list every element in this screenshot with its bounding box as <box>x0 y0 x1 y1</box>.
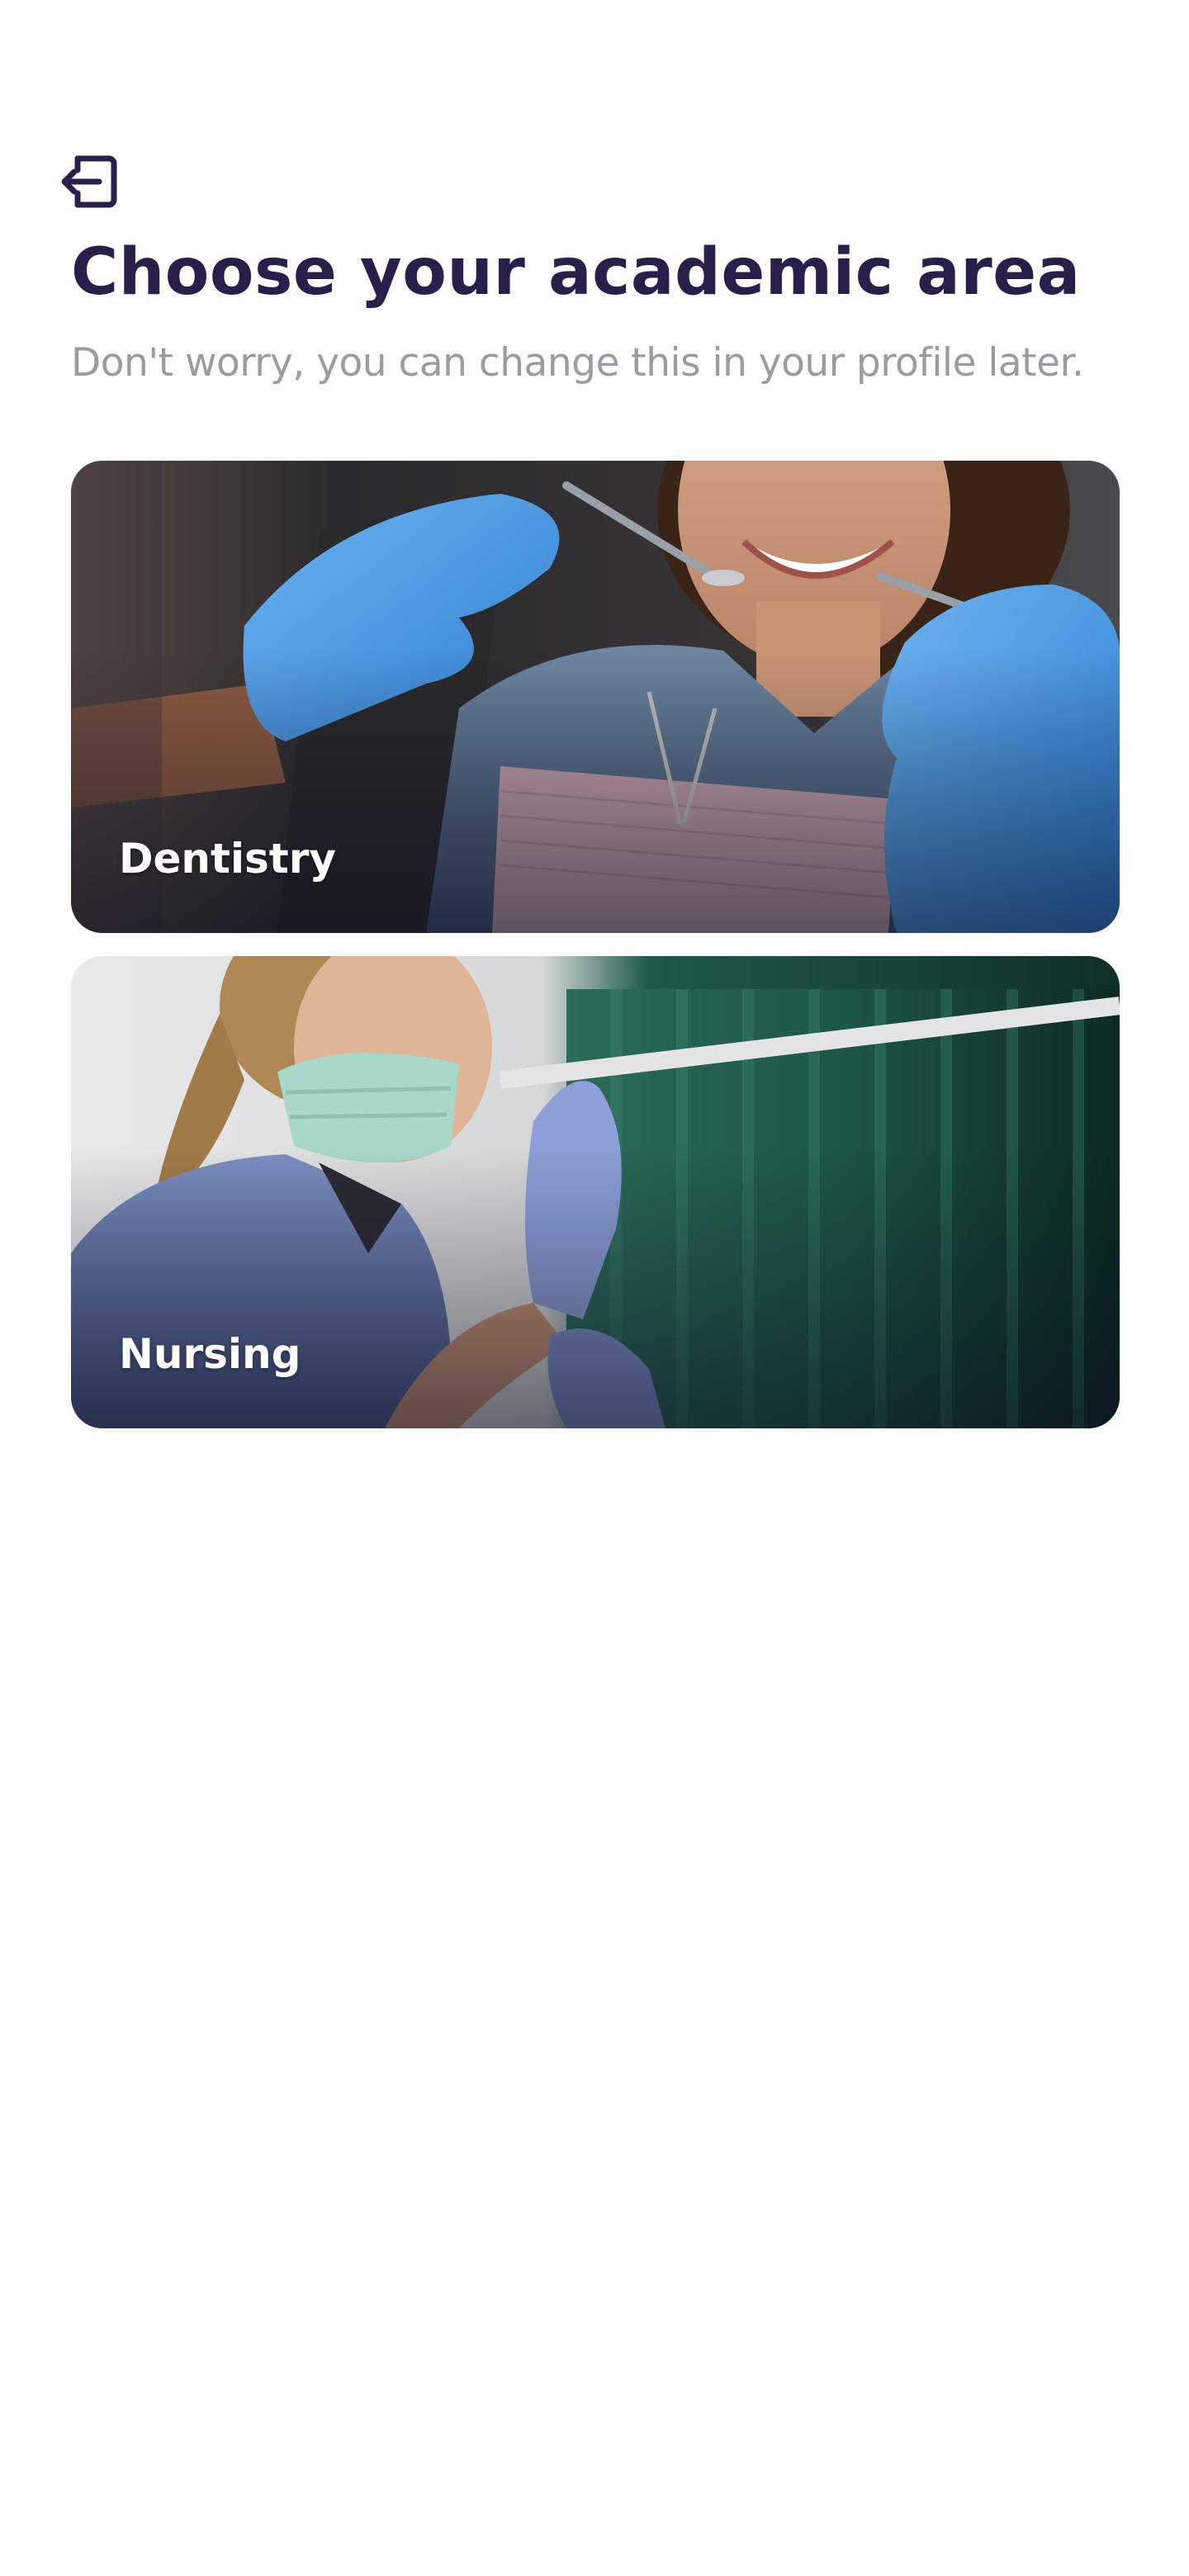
area-label-dentistry: Dentistry <box>119 835 336 883</box>
area-label-nursing: Nursing <box>119 1330 301 1378</box>
logout-button[interactable] <box>58 149 124 215</box>
card-gradient-overlay <box>71 649 1120 933</box>
page-subtitle: Don't worry, you can change this in your… <box>71 340 1084 386</box>
logout-icon <box>61 155 117 208</box>
area-card-nursing[interactable]: Nursing <box>71 956 1120 1428</box>
page-title: Choose your academic area <box>71 235 1081 310</box>
area-card-dentistry[interactable]: Dentistry <box>71 461 1120 933</box>
screen: Choose your academic area Don't worry, y… <box>0 0 1189 2576</box>
card-gradient-overlay <box>71 1144 1120 1428</box>
